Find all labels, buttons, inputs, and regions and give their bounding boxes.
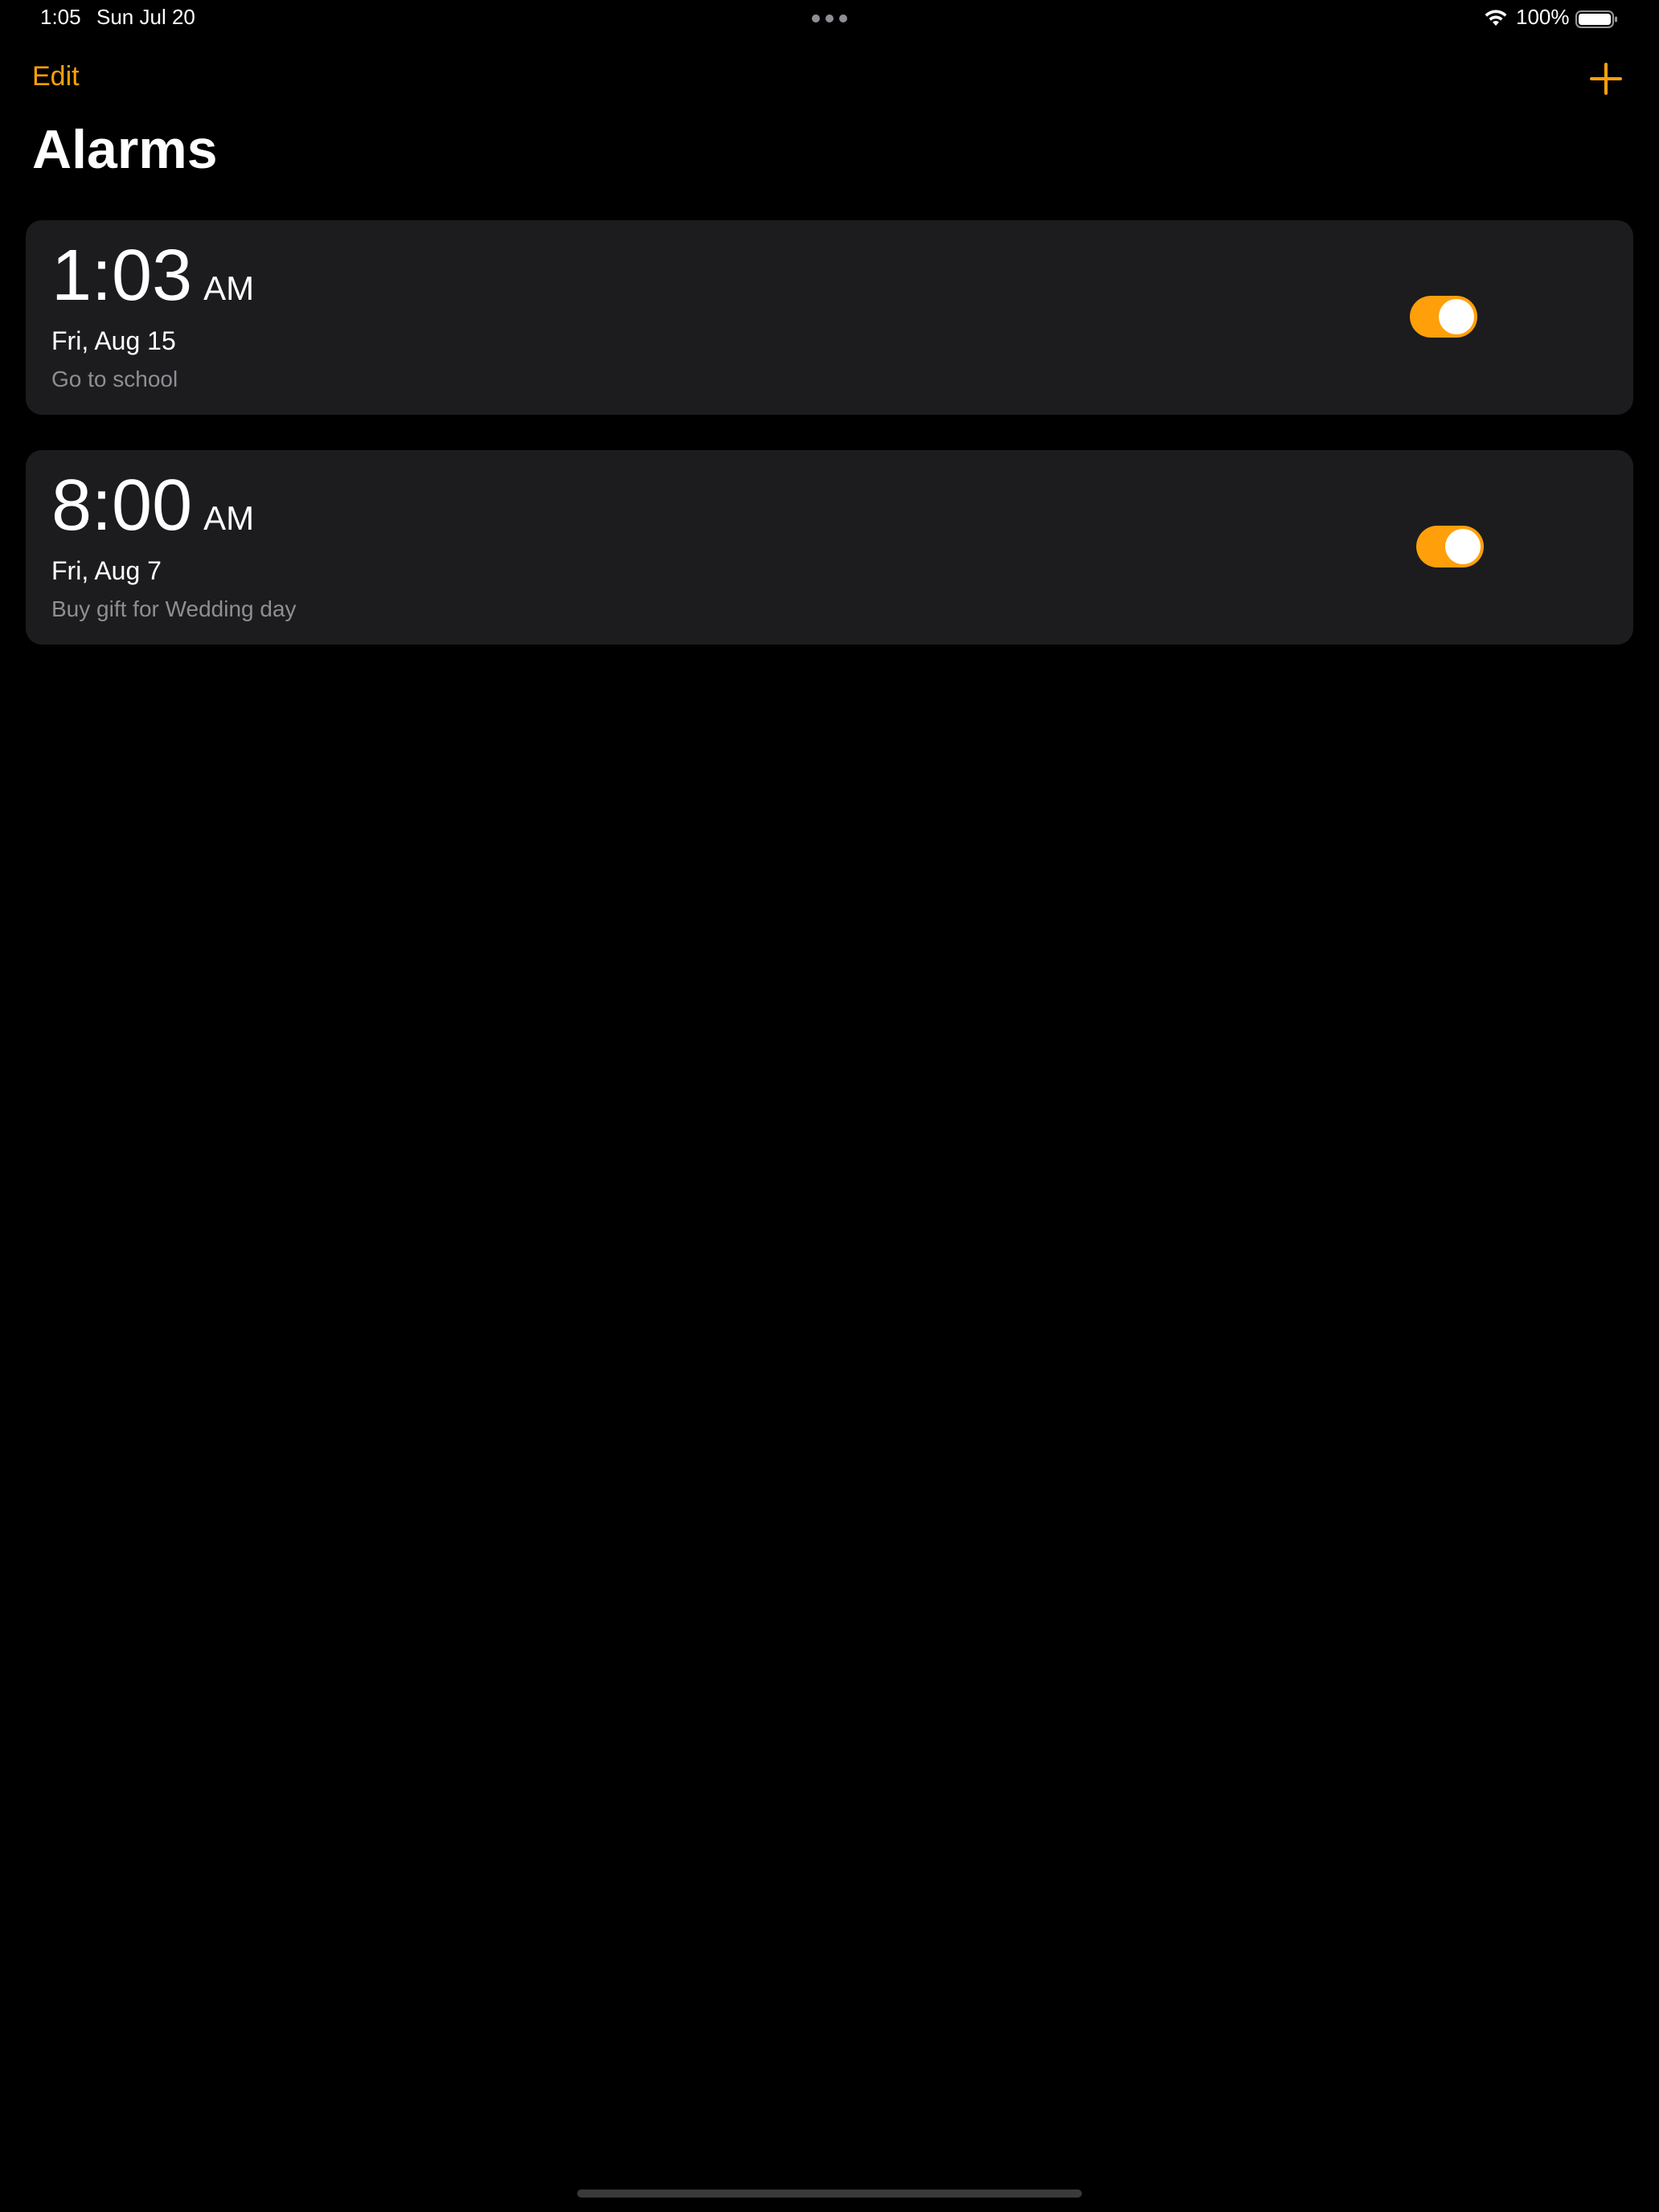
battery-percentage: 100% <box>1516 5 1570 29</box>
alarm-time-group: 8:00 AM <box>51 468 254 544</box>
alarm-label: Buy gift for Wedding day <box>51 596 297 621</box>
alarm-row[interactable]: 1:03 AM Fri, Aug 15 Go to school <box>26 220 1633 415</box>
alarm-date: Fri, Aug 15 <box>51 326 176 355</box>
alarm-row[interactable]: 8:00 AM Fri, Aug 7 Buy gift for Wedding … <box>26 450 1633 645</box>
toggle-knob <box>1439 299 1474 334</box>
multitasking-dots-icon[interactable] <box>812 14 847 23</box>
edit-button[interactable]: Edit <box>32 61 80 92</box>
alarm-toggle[interactable] <box>1410 296 1477 338</box>
page-title: Alarms <box>32 119 218 180</box>
toggle-knob <box>1445 529 1481 564</box>
alarm-time-group: 1:03 AM <box>51 238 254 314</box>
alarm-date: Fri, Aug 7 <box>51 556 162 585</box>
home-indicator[interactable] <box>577 2189 1082 2198</box>
alarms-screen: 1:05 Sun Jul 20 100% Edit Alarms 1:03 AM… <box>0 0 1659 2212</box>
alarm-ampm: AM <box>203 499 255 537</box>
plus-icon[interactable] <box>1588 61 1624 96</box>
alarm-label: Go to school <box>51 367 178 391</box>
status-time: 1:05 <box>40 5 81 29</box>
battery-icon <box>1575 10 1617 28</box>
wifi-icon <box>1485 10 1507 26</box>
status-date: Sun Jul 20 <box>96 5 195 29</box>
status-bar: 1:05 Sun Jul 20 100% <box>0 0 1659 39</box>
alarm-time: 1:03 <box>51 236 193 316</box>
alarm-ampm: AM <box>203 269 255 307</box>
alarm-toggle[interactable] <box>1416 526 1484 567</box>
alarm-time: 8:00 <box>51 465 193 546</box>
